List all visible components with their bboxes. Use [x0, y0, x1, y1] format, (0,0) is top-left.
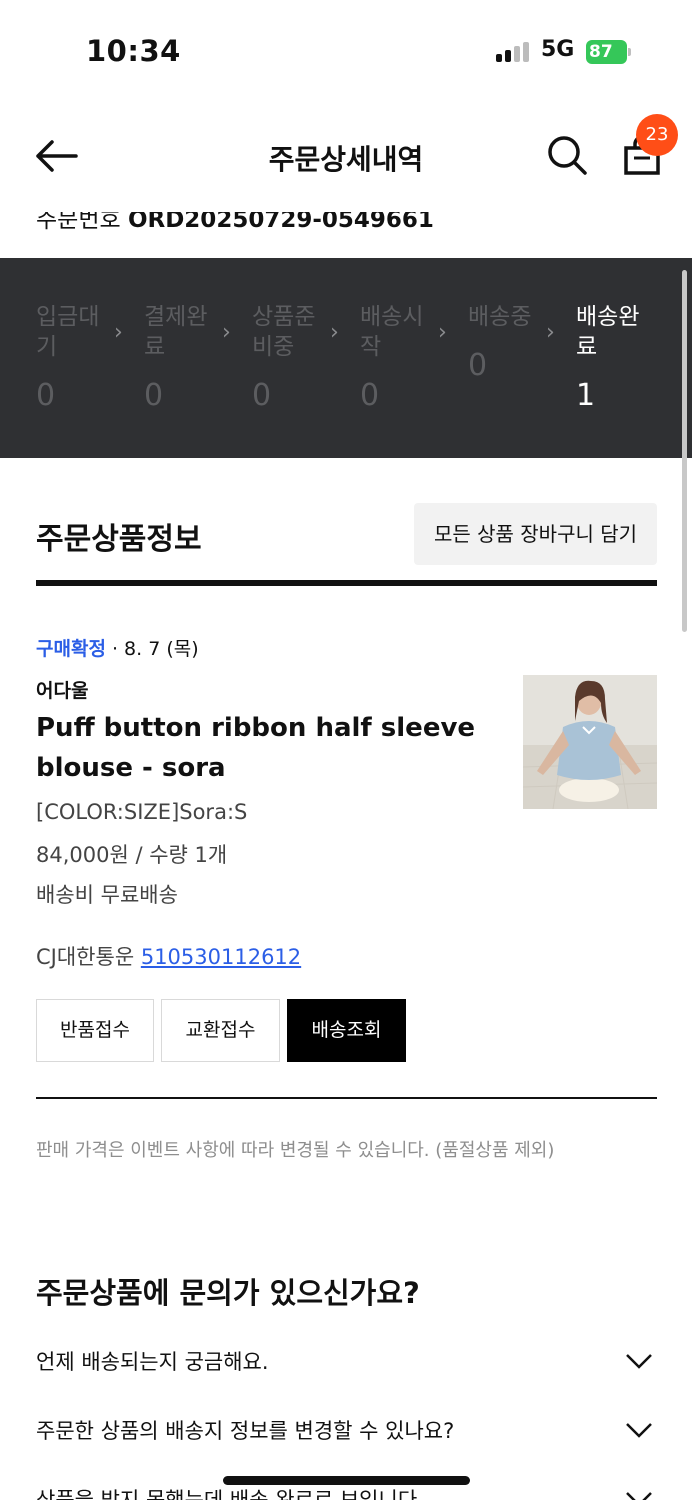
step-label: 입금대기: [36, 304, 100, 360]
progress-step-in-transit: 배송중 0: [468, 302, 548, 383]
exchange-request-button[interactable]: 교환접수: [161, 999, 280, 1062]
progress-step-paid: 결제완료 0: [144, 302, 224, 413]
step-count: 0: [144, 378, 164, 413]
divider: [36, 580, 657, 586]
step-label: 배송완료: [576, 304, 640, 360]
status-bar: 10:34 5G 87: [0, 0, 692, 100]
progress-step-shipping-started: 배송시작 0: [360, 302, 440, 413]
faq-item[interactable]: 언제 배송되는지 궁금해요.: [36, 1346, 657, 1396]
product-name[interactable]: Puff button ribbon half sleeve blouse - …: [36, 708, 496, 788]
tracking-number-link[interactable]: 510530112612: [141, 945, 301, 969]
step-label: 결제완료: [144, 304, 208, 360]
status-time: 10:34: [86, 34, 181, 68]
chevron-down-icon: [626, 1423, 652, 1438]
purchase-confirmed-status[interactable]: 구매확정: [36, 638, 106, 660]
battery-icon: 87: [586, 40, 632, 64]
carrier-name: CJ대한통운: [36, 945, 135, 969]
faq-question: 주문한 상품의 배송지 정보를 변경할 수 있나요?: [36, 1419, 455, 1443]
step-count: 0: [360, 378, 380, 413]
search-button[interactable]: [546, 134, 588, 176]
faq-item[interactable]: 상품을 받지 못했는데 배송 완료로 보입니다.: [36, 1484, 657, 1500]
order-items-title: 주문상품정보: [36, 522, 202, 557]
progress-step-preparing: 상품준비중 0: [252, 302, 332, 413]
divider: [36, 1097, 657, 1099]
step-label: 배송중: [468, 304, 532, 330]
step-count: 0: [36, 378, 56, 413]
brand-name[interactable]: 어다울: [36, 676, 88, 703]
price-quantity: 84,000원 / 수량 1개: [36, 843, 228, 867]
status-date: · 8. 7 (목): [111, 638, 199, 660]
signal-icon: [496, 42, 532, 62]
track-shipment-button[interactable]: 배송조회: [287, 999, 406, 1062]
battery-level: 87: [589, 42, 613, 62]
chevron-right-icon: ›: [222, 320, 231, 345]
step-count: 0: [252, 378, 272, 413]
chevron-right-icon: ›: [546, 320, 555, 345]
product-option: [COLOR:SIZE]Sora:S: [36, 800, 248, 824]
shipping-fee: 배송비 무료배송: [36, 883, 178, 907]
price-notice: 판매 가격은 이벤트 사항에 따라 변경될 수 있습니다. (품절상품 제외): [36, 1140, 555, 1161]
product-image[interactable]: [522, 675, 658, 810]
home-indicator[interactable]: [223, 1476, 470, 1485]
chevron-down-icon: [626, 1492, 652, 1500]
item-status-row: 구매확정 · 8. 7 (목): [36, 634, 199, 661]
step-label: 배송시작: [360, 304, 424, 360]
step-count: 1: [576, 378, 596, 413]
progress-step-waiting-deposit: 입금대기 0: [36, 302, 116, 413]
network-type: 5G: [541, 37, 575, 62]
carrier-row: CJ대한통운 510530112612: [36, 941, 301, 971]
faq-question: 언제 배송되는지 궁금해요.: [36, 1350, 269, 1374]
app-header: 주문상세내역: [0, 100, 692, 212]
search-icon: [548, 136, 587, 175]
faq-item[interactable]: 주문한 상품의 배송지 정보를 변경할 수 있나요?: [36, 1415, 657, 1465]
progress-step-delivered: 배송완료 1: [576, 302, 656, 413]
add-all-to-cart-button[interactable]: 모든 상품 장바구니 담기: [414, 503, 657, 565]
faq-title: 주문상품에 문의가 있으신가요?: [36, 1276, 420, 1310]
step-label: 상품준비중: [252, 304, 316, 360]
return-request-button[interactable]: 반품접수: [36, 999, 154, 1062]
chevron-right-icon: ›: [330, 320, 339, 345]
cart-count-badge: 23: [636, 114, 678, 156]
page-title: 주문상세내역: [268, 143, 424, 176]
delivery-progress: 입금대기 0 › 결제완료 0 › 상품준비중 0 › 배송시작 0 › 배송중…: [0, 258, 692, 458]
chevron-down-icon: [626, 1354, 652, 1369]
faq-question: 상품을 받지 못했는데 배송 완료로 보입니다.: [36, 1488, 424, 1500]
chevron-right-icon: ›: [114, 320, 123, 345]
step-count: 0: [468, 348, 488, 383]
chevron-right-icon: ›: [438, 320, 447, 345]
scrollbar[interactable]: [682, 270, 687, 632]
